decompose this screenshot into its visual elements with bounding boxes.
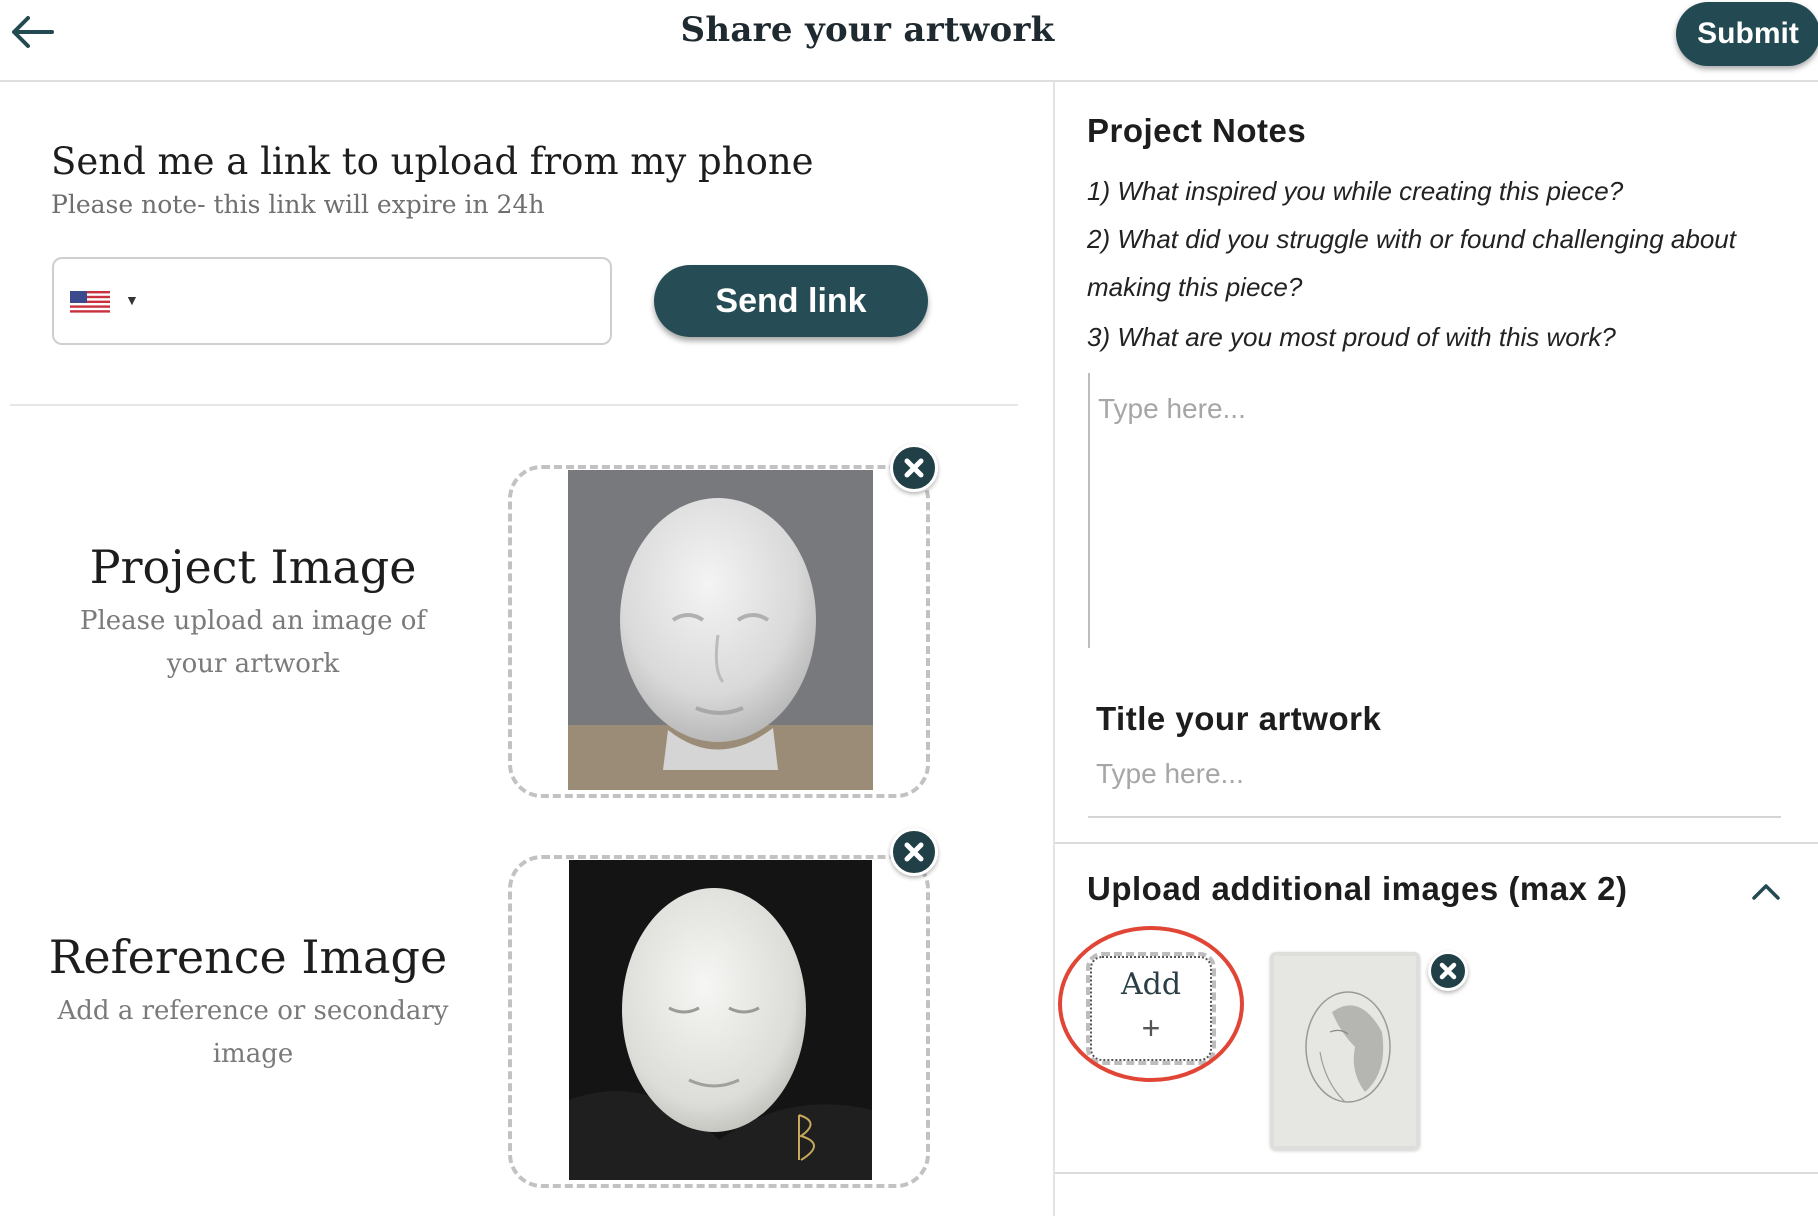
project-image-title: Project Image [89, 540, 417, 594]
section-divider [10, 404, 1018, 406]
additional-image-thumbnail[interactable] [1270, 952, 1420, 1150]
reference-image-subtitle: Add a reference or secondary image [57, 996, 449, 1069]
project-image-preview [568, 470, 873, 790]
phone-upload-note: Please note- this link will expire in 24… [51, 190, 545, 219]
title-artwork-heading: Title your artwork [1096, 700, 1382, 737]
remove-additional-image-button[interactable] [1428, 951, 1468, 991]
project-notes-textarea[interactable] [1088, 373, 1788, 648]
chevron-up-icon [1752, 884, 1780, 900]
section-divider [1055, 1172, 1818, 1174]
reference-image-preview [569, 860, 872, 1180]
remove-project-image-button[interactable] [890, 444, 938, 492]
notes-question-2: 2) What did you struggle with or found c… [1087, 224, 1736, 254]
project-image-subtitle: Please upload an image of your artwork [79, 606, 426, 679]
phone-number-input[interactable] [150, 270, 594, 332]
reference-image-title: Reference Image [48, 930, 448, 984]
collapse-section-button[interactable] [1748, 876, 1784, 906]
plus-icon: + [1141, 1010, 1161, 1046]
notes-question-2-continued: making this piece? [1087, 272, 1303, 302]
artwork-title-input[interactable] [1096, 752, 1780, 796]
add-image-label: Add [1120, 967, 1182, 1002]
column-divider [1053, 82, 1055, 1216]
remove-icon [904, 842, 924, 862]
page-title: Share your artwork [680, 10, 1055, 50]
title-underline [1088, 816, 1781, 818]
section-divider [1055, 842, 1818, 844]
remove-icon [904, 458, 924, 478]
us-flag-icon[interactable] [70, 291, 110, 313]
additional-images-heading: Upload additional images (max 2) [1087, 870, 1628, 907]
phone-upload-heading: Send me a link to upload from my phone [51, 140, 814, 183]
notes-question-3: 3) What are you most proud of with this … [1087, 322, 1616, 352]
project-notes-heading: Project Notes [1087, 112, 1307, 149]
caret-down-icon[interactable]: ▼ [125, 292, 139, 308]
notes-question-1: 1) What inspired you while creating this… [1087, 176, 1624, 206]
remove-reference-image-button[interactable] [890, 828, 938, 876]
send-link-button[interactable]: Send link [654, 265, 928, 337]
remove-icon [1439, 962, 1457, 980]
submit-button[interactable]: Submit [1676, 2, 1818, 66]
